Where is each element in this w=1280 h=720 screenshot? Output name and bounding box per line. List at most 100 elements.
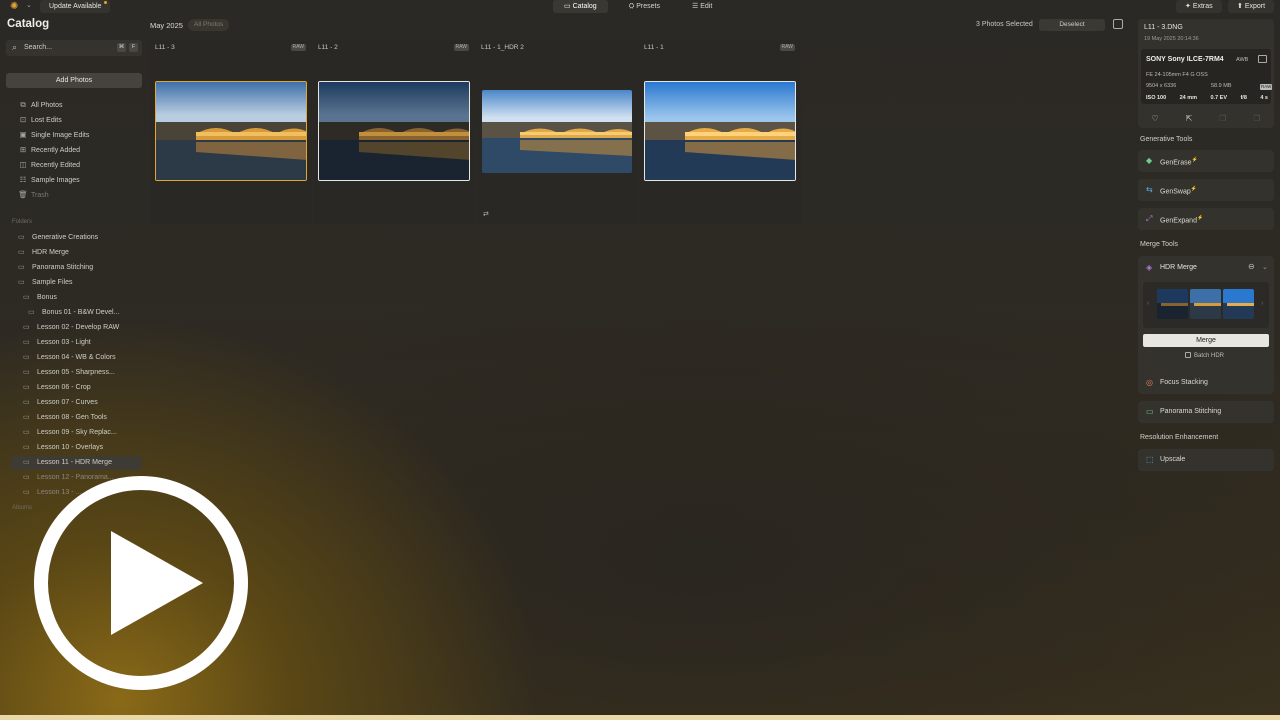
photos-icon: ⧉ — [20, 100, 26, 109]
folder-item[interactable]: ▭ Lesson 08 - Gen Tools — [23, 411, 142, 425]
batch-hdr-checkbox[interactable]: Batch HDR — [1185, 352, 1224, 359]
folder-item[interactable]: ▭ Sample Files — [18, 276, 142, 290]
hdr-source-thumbnail[interactable] — [1223, 289, 1254, 319]
folder-item[interactable]: ▭ Lesson 05 - Sharpness... — [23, 366, 142, 380]
folder-item[interactable]: ▭ Bonus — [23, 291, 142, 305]
iso-value: ISO 100 — [1146, 95, 1167, 101]
folder-item[interactable]: ▭ Generative Creations — [18, 231, 142, 245]
shutter-value: 4 s — [1260, 95, 1268, 101]
sidebar-item-trash[interactable]: 🗑 Trash — [18, 189, 48, 201]
mode-switcher: ▭ Catalog ⛭ Presets ☰ Edit — [553, 0, 733, 13]
folder-label: Panorama Stitching — [32, 264, 94, 271]
folder-item[interactable]: ▭ Lesson 07 - Curves — [23, 396, 142, 410]
merge-button[interactable]: Merge — [1143, 334, 1269, 347]
sidebar-item-single-image-edits[interactable]: ▣ Single Image Edits — [18, 129, 89, 141]
generase-button[interactable]: ◆ GenErase⚡ — [1138, 150, 1274, 172]
raw-badge: RAW — [453, 44, 469, 51]
folder-label: Lesson 03 - Light — [37, 339, 91, 346]
top-bar: ✺ ⌄ Update Available ▭ Catalog ⛭ Presets… — [0, 0, 1280, 14]
hdr-source-thumbnail[interactable] — [1190, 289, 1221, 319]
genswap-button[interactable]: ⇆ GenSwap⚡ — [1138, 179, 1274, 201]
share-icon[interactable]: ⇱ — [1186, 114, 1193, 123]
photo-thumbnail[interactable] — [644, 81, 796, 181]
tab-edit[interactable]: ☰ Edit — [681, 0, 723, 13]
chevron-left-icon[interactable]: ‹ — [1147, 300, 1149, 307]
search-input[interactable]: ⌕ Search... ⌘ F — [6, 40, 142, 56]
folder-item[interactable]: ▭ Panorama Stitching — [18, 261, 142, 275]
notification-dot — [104, 1, 108, 4]
folder-label: Lesson 11 - HDR Merge — [37, 459, 112, 466]
export-button[interactable]: ⬆ Export — [1228, 0, 1275, 13]
tab-presets-label: Presets — [636, 3, 660, 10]
format-badge: RAW — [1260, 84, 1273, 90]
sliders-icon: ☰ — [691, 3, 701, 10]
folder-icon: ▭ — [23, 384, 30, 391]
filter-dropdown[interactable]: All Photos — [188, 19, 230, 31]
sidebar-item-all-photos[interactable]: ⧉ All Photos — [18, 99, 63, 111]
sidebar-item-label: All Photos — [31, 102, 63, 109]
folder-label: Lesson 09 - Sky Replac... — [37, 429, 117, 436]
heart-icon[interactable]: ♡ — [1151, 114, 1158, 123]
chevron-right-icon[interactable]: › — [1261, 300, 1263, 307]
photo-cell[interactable]: L11 - 1 RAW — [639, 39, 801, 224]
sidebar-item-label: Recently Added — [31, 147, 81, 154]
photo-cell[interactable]: L11 - 2 RAW — [313, 39, 475, 224]
tab-catalog[interactable]: ▭ Catalog — [553, 0, 608, 13]
chevron-down-icon[interactable]: ⌄ — [26, 1, 32, 9]
raw-badge: RAW — [779, 44, 795, 51]
export-label: Export — [1244, 3, 1266, 10]
folder-icon: ▭ — [23, 414, 30, 421]
plus-icon: ✦ — [1185, 3, 1193, 10]
focus-stacking-button[interactable]: ◎ Focus Stacking — [1138, 372, 1274, 394]
add-photos-button[interactable]: Add Photos — [6, 73, 142, 88]
sidebar-item-lost-edits[interactable]: ⊡ Lost Edits — [18, 114, 62, 126]
panorama-stitching-button[interactable]: ▭ Panorama Stitching — [1138, 401, 1274, 423]
folder-label: Lesson 07 - Curves — [37, 399, 98, 406]
sidebar-item-recently-added[interactable]: ⊞ Recently Added — [18, 144, 80, 156]
folder-item[interactable]: ▭ Lesson 10 - Overlays — [23, 441, 142, 455]
chevron-down-icon[interactable]: ⌄ — [1262, 263, 1268, 271]
hdr-source-thumbnail[interactable] — [1157, 289, 1188, 319]
folder-item-selected[interactable]: ▭ Lesson 11 - HDR Merge — [11, 456, 142, 470]
info-actions: ♡ ⇱ ❐ ❐ — [1138, 114, 1274, 123]
panel-toggle-icon[interactable] — [1113, 19, 1123, 29]
photo-cell[interactable]: L11 - 3 RAW — [150, 39, 312, 224]
folder-label: Lesson 08 - Gen Tools — [37, 414, 107, 421]
folder-icon: ▭ — [18, 279, 25, 286]
panorama-stitching-label: Panorama Stitching — [1160, 408, 1222, 415]
sidebar-item-label: Lost Edits — [31, 117, 62, 124]
photo-thumbnail[interactable] — [482, 90, 632, 173]
folder-item[interactable]: ▭ HDR Merge — [18, 246, 142, 260]
image-dimensions: 9504 x 6336 — [1146, 83, 1177, 89]
update-available-button[interactable]: Update Available — [40, 0, 111, 13]
app-logo-icon[interactable]: ✺ — [10, 1, 24, 13]
folder-item[interactable]: ▭ Lesson 02 - Develop RAW — [23, 321, 142, 335]
options-icon[interactable]: ⊖ — [1248, 262, 1255, 271]
sidebar-item-recently-edited[interactable]: ◫ Recently Edited — [18, 159, 80, 171]
play-button-icon[interactable] — [33, 475, 249, 691]
copy-icon[interactable]: ❐ — [1219, 114, 1226, 123]
genexpand-button[interactable]: ⤢ GenExpand⚡ — [1138, 208, 1274, 230]
upscale-button[interactable]: ⬚ Upscale — [1138, 449, 1274, 471]
hdr-badge-icon: ⇄ — [483, 211, 489, 218]
folder-item[interactable]: ▭ Lesson 04 - WB & Colors — [23, 351, 142, 365]
deselect-button[interactable]: Deselect — [1039, 19, 1105, 31]
folder-item[interactable]: ▭ Lesson 03 - Light — [23, 336, 142, 350]
photo-name: L11 - 1_HDR 2 — [481, 44, 524, 51]
photo-thumbnail[interactable] — [318, 81, 470, 181]
folder-label: Lesson 06 - Crop — [37, 384, 91, 391]
folder-item[interactable]: ▭ Bonus 01 - B&W Devel... — [28, 306, 142, 320]
search-placeholder: Search... — [24, 44, 53, 51]
extras-button[interactable]: ✦ Extras — [1176, 0, 1222, 13]
eraser-icon: ◆ — [1146, 156, 1153, 165]
folder-item[interactable]: ▭ Lesson 06 - Crop — [23, 381, 142, 395]
generase-label: GenErase — [1160, 159, 1192, 167]
photo-cell[interactable]: L11 - 1_HDR 2 ⇄ — [476, 39, 638, 224]
shortcut-key-f: F — [129, 43, 138, 52]
trash-icon: 🗑 — [18, 190, 28, 199]
folder-item[interactable]: ▭ Lesson 09 - Sky Replac... — [23, 426, 142, 440]
tab-presets[interactable]: ⛭ Presets — [618, 0, 671, 13]
sidebar-item-sample-images[interactable]: ☷ Sample Images — [18, 174, 80, 186]
photo-thumbnail[interactable] — [155, 81, 307, 181]
compare-icon[interactable]: ❐ — [1253, 114, 1260, 123]
